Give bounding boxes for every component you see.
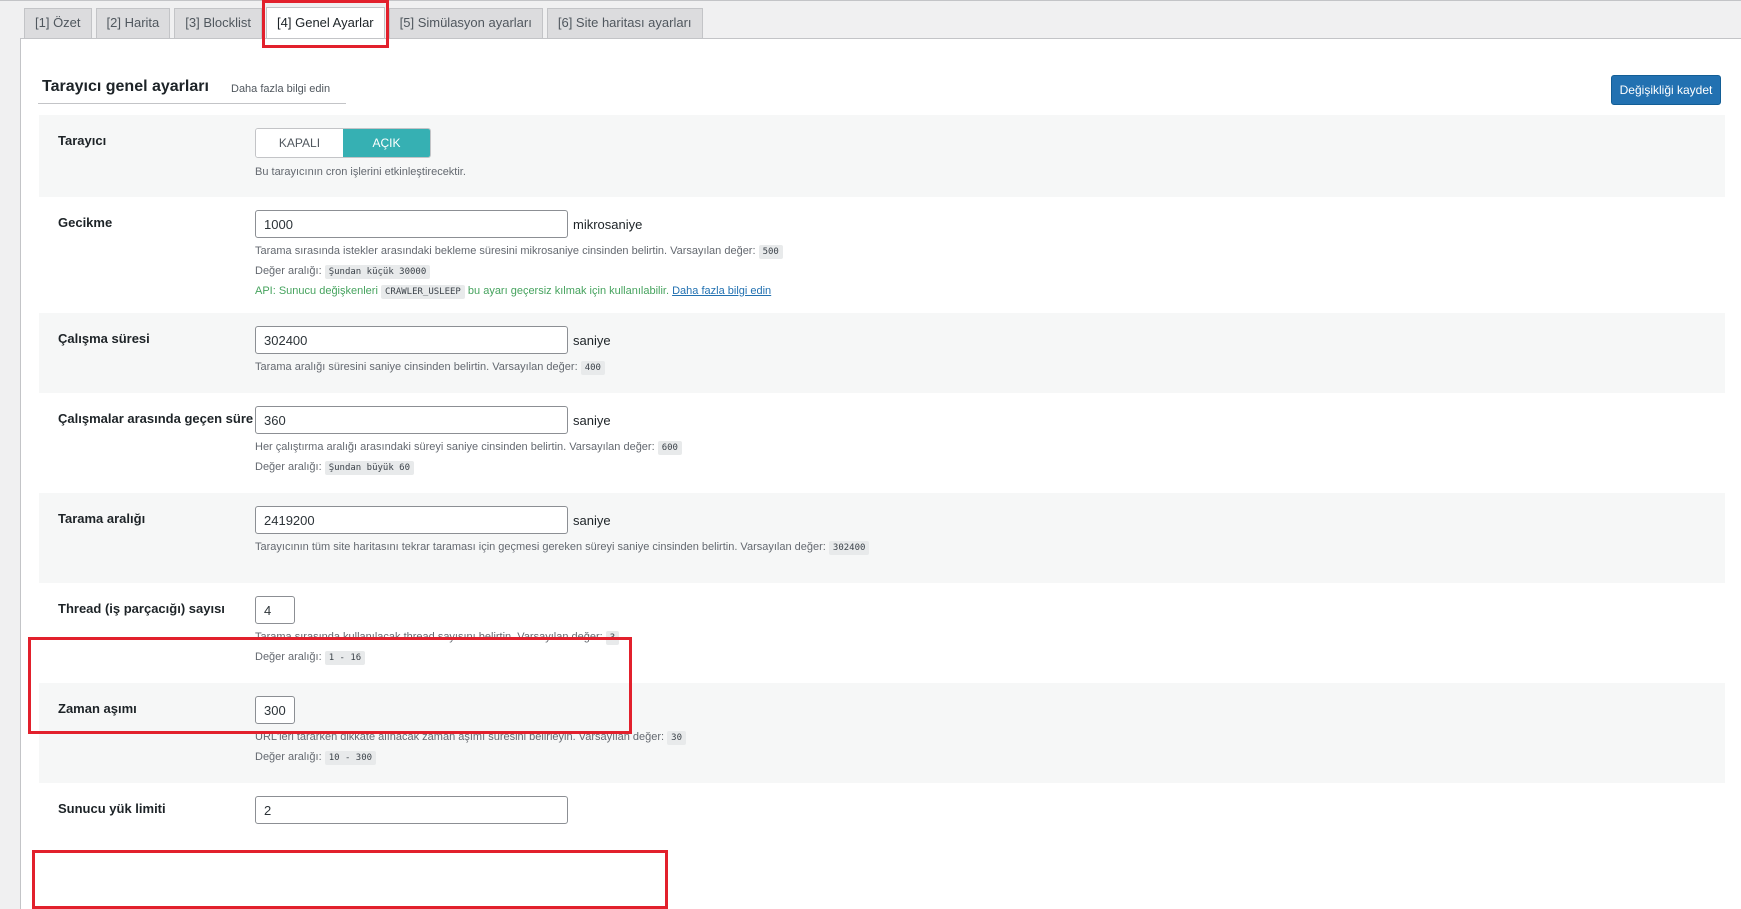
delay-range: Değer aralığı: Şundan küçük 30000 xyxy=(255,262,783,282)
top-divider xyxy=(0,0,1741,1)
run-interval-unit: saniye xyxy=(573,412,611,428)
threads-field: Tarama sırasında kullanılacak thread say… xyxy=(255,596,620,668)
toggle-off-option[interactable]: KAPALI xyxy=(256,129,343,157)
crawler-field: KAPALI AÇIK Bu tarayıcının cron işlerini… xyxy=(255,115,466,182)
delay-row: Gecikme mikrosaniye Tarama sırasında ist… xyxy=(39,197,1725,313)
run-duration-unit: saniye xyxy=(573,332,611,348)
tab-blocklist[interactable]: [3] Blocklist xyxy=(174,8,263,38)
crawl-interval-row: Tarama aralığı saniye Tarayıcının tüm si… xyxy=(39,493,1725,583)
crawl-interval-field: saniye Tarayıcının tüm site haritasını t… xyxy=(255,506,870,558)
run-interval-label: Çalışmalar arasında geçen süre xyxy=(58,411,254,426)
section-header: Tarayıcı genel ayarları Daha fazla bilgi… xyxy=(38,78,346,104)
run-interval-range-value: Şundan büyük 60 xyxy=(324,461,414,475)
toggle-on-option[interactable]: AÇIK xyxy=(343,129,430,157)
timeout-default-value: 30 xyxy=(667,731,686,745)
delay-api-note: API: Sunucu değişkenleri CRAWLER_USLEEP … xyxy=(255,285,772,299)
tab-sitemap-settings[interactable]: [6] Site haritası ayarları xyxy=(546,8,703,38)
settings-page: [1] Özet [2] Harita [3] Blocklist [4] Ge… xyxy=(0,0,1741,909)
timeout-label: Zaman aşımı xyxy=(58,701,137,716)
threads-range: Değer aralığı: 1 - 16 xyxy=(255,648,619,668)
threads-row: Thread (iş parçacığı) sayısı Tarama sıra… xyxy=(39,583,1725,683)
crawler-label: Tarayıcı xyxy=(58,133,107,148)
crawl-interval-description: Tarayıcının tüm site haritasını tekrar t… xyxy=(255,538,870,558)
crawl-interval-input[interactable] xyxy=(255,506,568,534)
save-changes-button[interactable]: Değişikliği kaydet xyxy=(1611,75,1721,105)
learn-more-link[interactable]: Daha fazla bilgi edin xyxy=(231,83,330,95)
crawl-interval-unit: saniye xyxy=(573,512,611,528)
run-interval-description: Her çalıştırma aralığı arasındaki süreyi… xyxy=(255,438,682,458)
crawler-toggle[interactable]: KAPALI AÇIK xyxy=(255,128,431,158)
timeout-input[interactable] xyxy=(255,696,295,724)
threads-description: Tarama sırasında kullanılacak thread say… xyxy=(255,628,620,648)
tab-simulation-settings[interactable]: [5] Simülasyon ayarları xyxy=(388,8,543,38)
server-load-field xyxy=(255,796,568,824)
delay-label: Gecikme xyxy=(58,215,113,230)
threads-input[interactable] xyxy=(255,596,295,624)
run-interval-default-value: 600 xyxy=(657,441,682,455)
crawl-interval-label: Tarama aralığı xyxy=(58,511,146,526)
timeout-row: Zaman aşımı URL'leri tararken dikkate al… xyxy=(39,683,1725,783)
server-load-input[interactable] xyxy=(255,796,568,824)
timeout-field: URL'leri tararken dikkate alınacak zaman… xyxy=(255,696,686,768)
run-interval-row: Çalışmalar arasında geçen süre saniye He… xyxy=(39,393,1725,493)
tab-bar: [1] Özet [2] Harita [3] Blocklist [4] Ge… xyxy=(24,7,703,39)
timeout-range: Değer aralığı: 10 - 300 xyxy=(255,748,686,768)
server-load-row: Sunucu yük limiti xyxy=(39,783,1725,909)
delay-range-value: Şundan küçük 30000 xyxy=(324,265,431,279)
delay-default-value: 500 xyxy=(758,245,783,259)
run-duration-row: Çalışma süresi saniye Tarama aralığı sür… xyxy=(39,313,1725,393)
api-learn-more-link[interactable]: Daha fazla bilgi edin xyxy=(672,285,771,297)
tab-general-settings[interactable]: [4] Genel Ayarlar xyxy=(266,7,385,39)
run-duration-description: Tarama aralığı süresini saniye cinsinden… xyxy=(255,358,611,378)
tab-map[interactable]: [2] Harita xyxy=(95,8,171,38)
timeout-description: URL'leri tararken dikkate alınacak zaman… xyxy=(255,728,686,748)
server-load-label: Sunucu yük limiti xyxy=(58,801,166,816)
timeout-range-value: 10 - 300 xyxy=(324,751,377,765)
run-duration-label: Çalışma süresi xyxy=(58,331,150,346)
tab-summary[interactable]: [1] Özet xyxy=(24,8,92,38)
delay-unit: mikrosaniye xyxy=(573,216,643,232)
delay-input[interactable] xyxy=(255,210,568,238)
run-interval-range: Değer aralığı: Şundan büyük 60 xyxy=(255,458,682,478)
crawler-row: Tarayıcı KAPALI AÇIK Bu tarayıcının cron… xyxy=(39,115,1725,197)
delay-field: mikrosaniye Tarama sırasında istekler ar… xyxy=(255,210,783,302)
page-title: Tarayıcı genel ayarları xyxy=(42,78,209,95)
run-interval-field: saniye Her çalıştırma aralığı arasındaki… xyxy=(255,406,682,478)
threads-default-value: 3 xyxy=(605,631,620,645)
crawler-description: Bu tarayıcının cron işlerini etkinleştir… xyxy=(255,166,466,178)
crawl-interval-default-value: 302400 xyxy=(828,541,870,555)
run-interval-input[interactable] xyxy=(255,406,568,434)
run-duration-default-value: 400 xyxy=(580,361,605,375)
api-variable-code: CRAWLER_USLEEP xyxy=(380,285,465,299)
settings-panel: Tarayıcı genel ayarları Daha fazla bilgi… xyxy=(20,38,1741,909)
run-duration-field: saniye Tarama aralığı süresini saniye ci… xyxy=(255,326,611,378)
threads-range-value: 1 - 16 xyxy=(324,651,366,665)
delay-description: Tarama sırasında istekler arasındaki bek… xyxy=(255,242,783,262)
threads-label: Thread (iş parçacığı) sayısı xyxy=(58,601,225,616)
run-duration-input[interactable] xyxy=(255,326,568,354)
